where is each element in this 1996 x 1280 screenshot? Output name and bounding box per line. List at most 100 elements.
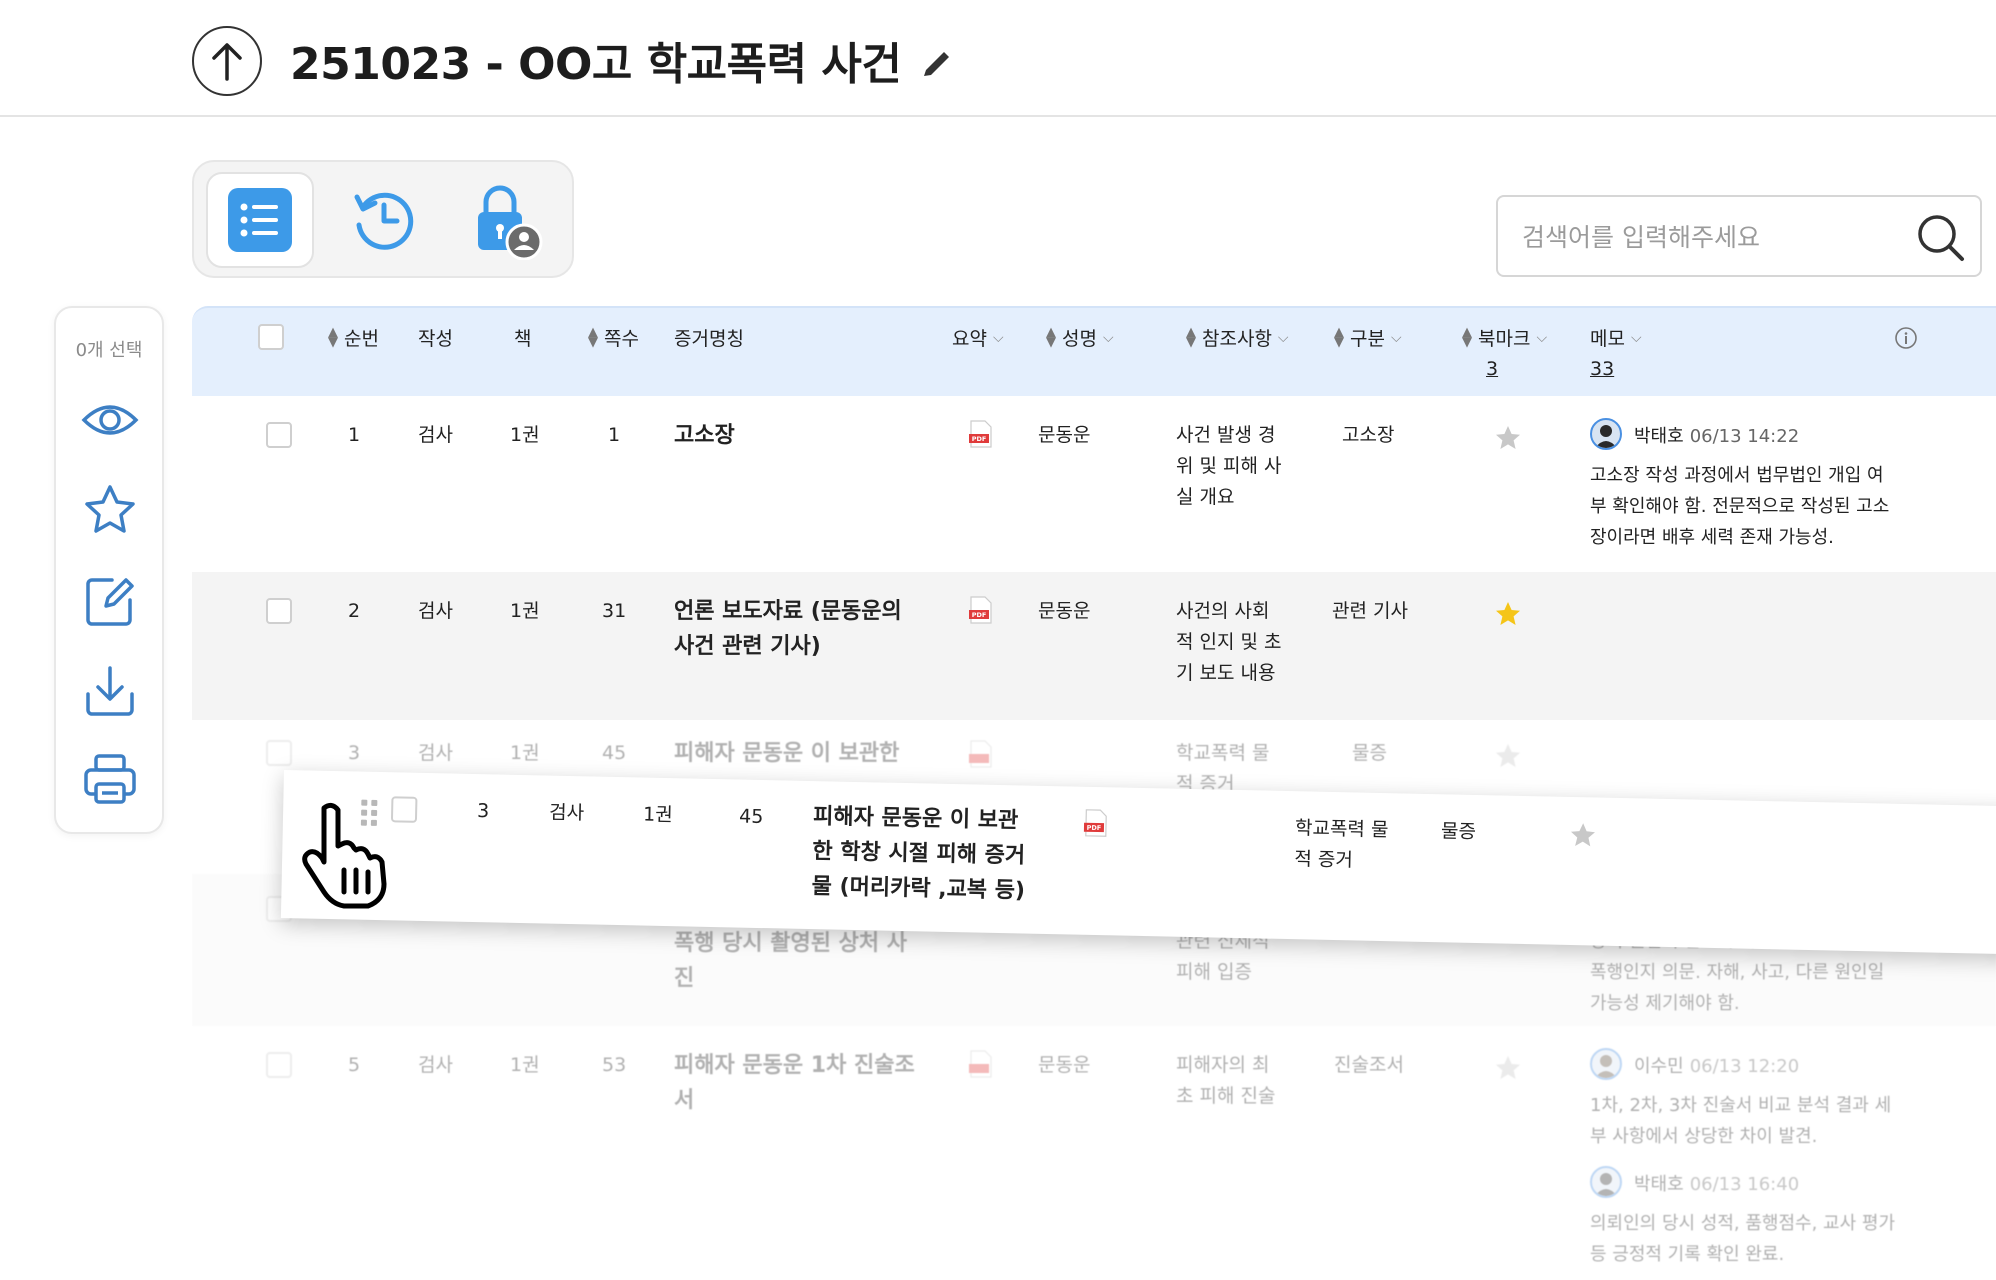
memo-meta: 박태호 06/13 16:40 bbox=[1634, 1174, 1800, 1195]
table-row[interactable]: 1 검사 1권 1 고소장 PDF 문동운 사건 발생 경 위 및 피해 사 실… bbox=[192, 396, 1996, 572]
search-icon bbox=[1918, 215, 1964, 261]
bookmark-star-icon[interactable] bbox=[1494, 424, 1522, 452]
col-summary[interactable]: 요약 ⌵ bbox=[952, 324, 1004, 351]
cell-reference: 학교폭력 물 적 증거 bbox=[1294, 817, 1389, 872]
cell-category: 고소장 bbox=[1342, 424, 1395, 446]
pdf-icon[interactable] bbox=[968, 740, 994, 768]
col-memo[interactable]: 메모 ⌵ bbox=[1590, 324, 1642, 351]
bookmark-star-icon[interactable] bbox=[1494, 742, 1522, 770]
cell-page: 1 bbox=[608, 424, 621, 446]
cell-evidence[interactable]: 언론 보도자료 (문동운의 사건 관련 기사) bbox=[674, 594, 902, 664]
edit-note-icon bbox=[86, 578, 134, 626]
cell-evidence[interactable]: 피해자 문동운 이 보관 한 학창 시절 피해 증거 물 (머리카락 ,교복 등… bbox=[811, 799, 1027, 908]
cell-evidence[interactable]: 피해자 문동운 이 보관한 bbox=[674, 736, 899, 771]
row-checkbox[interactable] bbox=[266, 740, 292, 766]
bookmark-star-icon[interactable] bbox=[1494, 600, 1522, 628]
cell-reference: 사건 발생 경 위 및 피해 사 실 개요 bbox=[1176, 424, 1282, 508]
info-button[interactable] bbox=[1894, 326, 1918, 350]
table-row[interactable]: 2 검사 1권 31 언론 보도자료 (문동운의 사건 관련 기사) PDF 문… bbox=[192, 572, 1996, 720]
cell-seq: 1 bbox=[348, 424, 361, 446]
permission-view-button[interactable] bbox=[452, 172, 560, 268]
print-button[interactable] bbox=[78, 748, 142, 812]
chevron-down-icon: ⌵ bbox=[1630, 329, 1642, 346]
cell-book: 1권 bbox=[642, 803, 673, 827]
star-outline-icon bbox=[85, 485, 135, 533]
avatar bbox=[1590, 1166, 1622, 1198]
history-view-button[interactable] bbox=[330, 172, 438, 268]
cell-book: 1권 bbox=[510, 600, 540, 622]
cell-book: 1권 bbox=[510, 1054, 540, 1076]
cell-reference: 사건의 사회 적 인지 및 초 기 보도 내용 bbox=[1176, 600, 1282, 684]
cell-evidence[interactable]: 폭행 당시 촬영된 상처 사 진 bbox=[674, 926, 907, 996]
pdf-icon[interactable]: PDF bbox=[968, 420, 994, 448]
cell-name: 문동운 bbox=[1038, 1054, 1091, 1076]
chevron-down-icon: ⌵ bbox=[1390, 329, 1402, 346]
chevron-down-icon: ⌵ bbox=[992, 329, 1004, 346]
chevron-down-icon: ⌵ bbox=[1277, 329, 1289, 346]
cell-seq: 3 bbox=[476, 800, 490, 823]
col-seq[interactable]: ▲ ▼ 순번 bbox=[328, 324, 379, 351]
list-view-button[interactable] bbox=[206, 172, 314, 268]
selected-count: 0개 선택 bbox=[75, 340, 143, 361]
select-all-checkbox[interactable] bbox=[258, 324, 284, 350]
cell-category: 물증 bbox=[1440, 820, 1477, 843]
pdf-icon[interactable] bbox=[968, 1050, 994, 1078]
cell-page: 53 bbox=[602, 1054, 627, 1076]
sort-icon: ▲ ▼ bbox=[1334, 324, 1344, 350]
download-button[interactable] bbox=[78, 658, 142, 722]
back-button[interactable] bbox=[192, 26, 262, 96]
cell-evidence[interactable]: 피해자 문동운 1차 진술조 서 bbox=[674, 1048, 915, 1118]
pdf-icon[interactable]: PDF bbox=[968, 596, 994, 624]
cell-page: 45 bbox=[738, 805, 764, 829]
col-author: 작성 bbox=[418, 328, 453, 350]
bookmark-star-icon[interactable] bbox=[1569, 821, 1598, 850]
cell-reference: 피해자의 최 초 피해 진술 bbox=[1176, 1054, 1276, 1107]
view-toggle bbox=[192, 160, 574, 278]
memo-text: 고소장 작성 과정에서 법무법인 개입 여 부 확인해야 함. 전문적으로 작성… bbox=[1590, 465, 1890, 548]
col-page[interactable]: ▲ ▼ 쪽수 bbox=[588, 324, 639, 351]
search-button[interactable] bbox=[1916, 213, 1966, 263]
row-checkbox[interactable] bbox=[266, 422, 292, 448]
cell-seq: 3 bbox=[348, 742, 361, 764]
bookmark-star-icon[interactable] bbox=[1494, 1054, 1522, 1082]
cell-book: 1권 bbox=[510, 742, 540, 764]
pencil-icon bbox=[924, 52, 949, 76]
svg-text:PDF: PDF bbox=[972, 611, 987, 619]
cell-author: 검사 bbox=[418, 1054, 453, 1076]
lock-user-icon bbox=[478, 185, 543, 260]
svg-text:PDF: PDF bbox=[972, 435, 987, 443]
memo-text: 의뢰인의 당시 성적, 품행점수, 교사 평가 등 긍정적 기록 확인 완료. bbox=[1590, 1213, 1896, 1265]
cell-author: 검사 bbox=[418, 424, 453, 446]
hand-cursor-icon bbox=[298, 800, 398, 910]
col-category[interactable]: ▲ ▼ 구분 ⌵ bbox=[1334, 324, 1402, 351]
action-bar: 0개 선택 bbox=[54, 306, 164, 834]
bookmark-count[interactable]: 3 bbox=[1486, 358, 1498, 380]
search-input[interactable] bbox=[1522, 215, 1882, 259]
cell-seq: 2 bbox=[348, 600, 361, 622]
cell-author: 검사 bbox=[418, 742, 453, 764]
cell-category: 관련 기사 bbox=[1332, 600, 1408, 622]
row-checkbox[interactable] bbox=[266, 598, 292, 624]
bookmark-button[interactable] bbox=[78, 478, 142, 542]
row-checkbox[interactable] bbox=[266, 1052, 292, 1078]
arrow-up-icon bbox=[212, 43, 242, 81]
col-bookmark[interactable]: ▲ ▼ 북마크 ⌵ bbox=[1462, 324, 1547, 351]
memo-meta: 이수민 06/13 12:20 bbox=[1634, 1056, 1800, 1077]
cell-author: 검사 bbox=[418, 600, 453, 622]
table-row[interactable]: 5 검사 1권 53 피해자 문동운 1차 진술조 서 문동운 피해자의 최 초… bbox=[192, 1026, 1996, 1280]
edit-title-button[interactable] bbox=[918, 40, 958, 80]
avatar bbox=[1590, 1048, 1622, 1080]
page-header: 251023 - OO고 학교폭력 사건 bbox=[0, 0, 1996, 117]
col-reference[interactable]: ▲ ▼ 참조사항 ⌵ bbox=[1186, 324, 1289, 351]
view-button[interactable] bbox=[78, 388, 142, 452]
sort-icon: ▲ ▼ bbox=[588, 324, 598, 350]
memo-count[interactable]: 33 bbox=[1590, 358, 1614, 380]
cell-name: 문동운 bbox=[1038, 600, 1091, 622]
history-clock-icon bbox=[354, 192, 414, 250]
cell-evidence[interactable]: 고소장 bbox=[674, 418, 735, 453]
cell-seq: 5 bbox=[348, 1054, 361, 1076]
pdf-icon[interactable]: PDF bbox=[1083, 809, 1110, 838]
col-name[interactable]: ▲ ▼ 성명 ⌵ bbox=[1046, 324, 1114, 351]
edit-button[interactable] bbox=[78, 568, 142, 632]
printer-icon bbox=[84, 754, 136, 804]
